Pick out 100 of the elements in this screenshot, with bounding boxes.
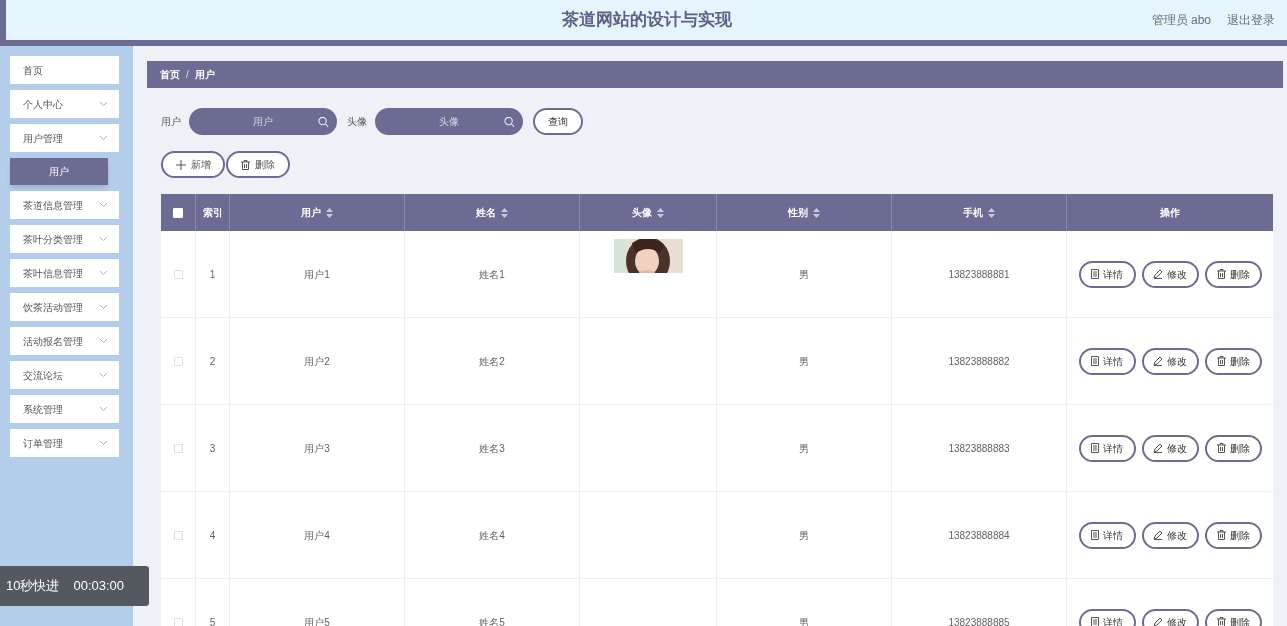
user-cell-text: 用户1 xyxy=(304,267,330,282)
pencil-icon xyxy=(1153,443,1163,453)
edit-button[interactable]: 修改 xyxy=(1141,347,1199,375)
detail-button[interactable]: 详情 xyxy=(1078,434,1136,462)
column-title: 手机 xyxy=(963,206,983,220)
sidebar-item-label: 用户管理 xyxy=(23,131,63,146)
sidebar-item[interactable]: 茶叶信息管理 xyxy=(10,259,119,287)
row-checkbox[interactable] xyxy=(173,443,183,453)
chevron-down-icon xyxy=(99,236,108,242)
detail-button[interactable]: 详情 xyxy=(1078,521,1136,549)
user-cell-text: 用户3 xyxy=(304,441,330,456)
sort-icon[interactable] xyxy=(501,207,508,218)
breadcrumb-separator: / xyxy=(186,68,189,82)
gender-cell-text: 男 xyxy=(799,441,809,456)
name-cell-text: 姓名1 xyxy=(479,267,505,282)
admin-label: 管理员 abo xyxy=(1151,12,1211,29)
time-label: 00:03:00 xyxy=(73,577,125,596)
sidebar-item-label: 茶道信息管理 xyxy=(23,198,83,213)
breadcrumb-link[interactable]: 首页 xyxy=(160,67,180,82)
pencil-icon xyxy=(1153,617,1163,626)
row-checkbox[interactable] xyxy=(173,269,183,279)
search-icon xyxy=(318,116,329,127)
search-field[interactable]: 头像 xyxy=(375,108,523,135)
sidebar-item[interactable]: 茶叶分类管理 xyxy=(10,225,119,253)
index-cell-text: 4 xyxy=(209,528,216,543)
breadcrumb-link[interactable]: 用户 xyxy=(194,67,215,82)
sidebar-item-label: 首页 xyxy=(23,63,43,78)
trash-icon xyxy=(1216,617,1226,626)
delete-button[interactable]: 删除 xyxy=(1204,347,1262,375)
edit-button[interactable]: 修改 xyxy=(1141,260,1199,288)
sidebar-item-label: 活动报名管理 xyxy=(23,334,83,349)
delete-button[interactable]: 删除 xyxy=(1204,260,1262,288)
delete-button[interactable]: 删除 xyxy=(226,151,290,178)
column-title: 用户 xyxy=(301,206,321,220)
skip-label[interactable]: 10秒快进 xyxy=(6,576,60,596)
sort-icon[interactable] xyxy=(813,207,820,218)
sidebar-item-label: 个人中心 xyxy=(23,97,63,112)
detail-button[interactable]: 详情 xyxy=(1078,347,1136,375)
detail-button[interactable]: 详情 xyxy=(1078,260,1136,288)
document-icon xyxy=(1091,269,1099,279)
sort-icon[interactable] xyxy=(326,207,333,218)
sidebar-item[interactable]: 活动报名管理 xyxy=(10,327,119,355)
delete-button[interactable]: 删除 xyxy=(1204,521,1262,549)
delete-button[interactable]: 删除 xyxy=(1204,434,1262,462)
detail-button[interactable]: 详情 xyxy=(1078,608,1136,626)
chevron-down-icon xyxy=(99,406,108,412)
sidebar-item-label: 订单管理 xyxy=(23,436,63,451)
sidebar-item[interactable]: 茶道信息管理 xyxy=(10,191,119,219)
sort-icon[interactable] xyxy=(657,207,664,218)
edit-button[interactable]: 修改 xyxy=(1141,521,1199,549)
search-field[interactable]: 用户 xyxy=(189,108,337,135)
index-cell-text: 1 xyxy=(209,267,216,282)
sidebar-item[interactable]: 饮茶活动管理 xyxy=(10,293,119,321)
query-button[interactable]: 查询 xyxy=(533,108,583,135)
sidebar-item-label: 交流论坛 xyxy=(23,368,63,383)
sort-icon[interactable] xyxy=(988,207,995,218)
edit-button[interactable]: 修改 xyxy=(1141,434,1199,462)
chevron-down-icon xyxy=(99,338,108,344)
submenu-item[interactable]: 用户 xyxy=(10,158,108,185)
chevron-down-icon xyxy=(99,202,108,208)
sidebar-item[interactable]: 用户管理 xyxy=(10,124,119,152)
phone-cell-text: 13823888882 xyxy=(948,354,1010,369)
user-cell-text: 用户2 xyxy=(304,354,330,369)
user-cell-text: 用户5 xyxy=(304,615,330,626)
chevron-down-icon xyxy=(99,304,108,310)
row-checkbox[interactable] xyxy=(173,356,183,366)
sidebar-item[interactable]: 交流论坛 xyxy=(10,361,119,389)
row-checkbox[interactable] xyxy=(173,617,183,626)
name-cell-text: 姓名2 xyxy=(479,354,505,369)
sidebar-item-label: 饮茶活动管理 xyxy=(23,300,83,315)
chevron-down-icon xyxy=(99,270,108,276)
add-button[interactable]: 新增 xyxy=(161,151,225,178)
index-cell-text: 2 xyxy=(209,354,216,369)
row-checkbox[interactable] xyxy=(173,530,183,540)
chevron-down-icon xyxy=(99,372,108,378)
phone-cell-text: 13823888883 xyxy=(948,441,1010,456)
column-title: 姓名 xyxy=(476,206,496,220)
trash-icon xyxy=(241,159,250,170)
field-label: 头像 xyxy=(347,115,367,129)
index-cell-text: 3 xyxy=(209,441,216,456)
sidebar-item[interactable]: 订单管理 xyxy=(10,429,119,457)
phone-cell-text: 13823888881 xyxy=(948,267,1010,282)
sidebar-item[interactable]: 首页 xyxy=(10,56,119,84)
trash-icon xyxy=(1216,530,1226,540)
sidebar-item[interactable]: 系统管理 xyxy=(10,395,119,423)
site-title: 茶道网站的设计与实现 xyxy=(561,9,732,32)
gender-cell-text: 男 xyxy=(799,354,809,369)
document-icon xyxy=(1091,443,1099,453)
search-icon xyxy=(504,116,515,127)
document-icon xyxy=(1091,356,1099,366)
select-all-checkbox[interactable] xyxy=(173,207,183,218)
column-title: 索引 xyxy=(202,206,223,220)
sidebar-item[interactable]: 个人中心 xyxy=(10,90,119,118)
logout-link[interactable]: 退出登录 xyxy=(1227,11,1275,29)
name-cell-text: 姓名3 xyxy=(479,441,505,456)
pencil-icon xyxy=(1153,356,1163,366)
name-cell-text: 姓名4 xyxy=(479,528,505,543)
gender-cell-text: 男 xyxy=(799,615,809,626)
column-title: 操作 xyxy=(1160,206,1180,220)
trash-icon xyxy=(1216,269,1226,279)
